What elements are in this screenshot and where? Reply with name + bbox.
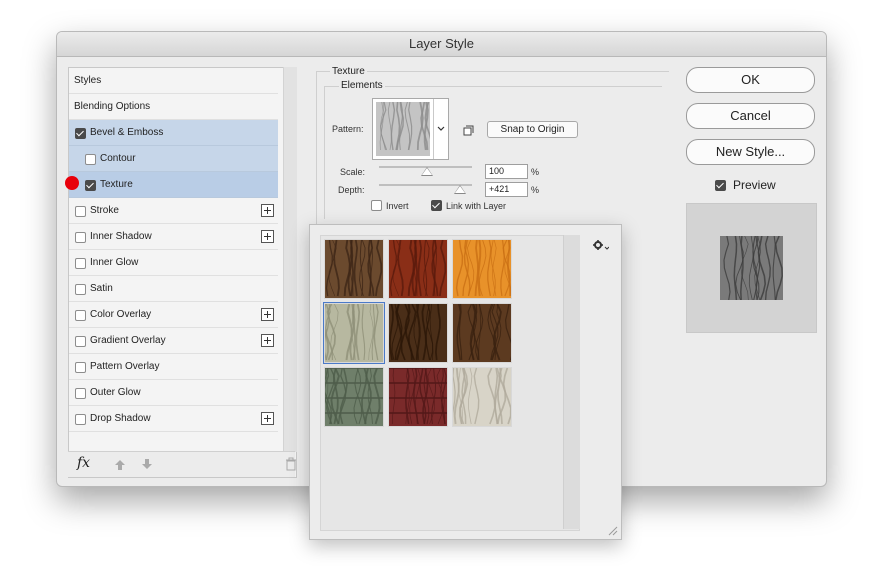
scale-label: Scale:	[340, 167, 366, 177]
new-preset-icon[interactable]	[463, 125, 474, 136]
style-row-outer-glow[interactable]: Outer Glow	[69, 380, 278, 406]
move-down-icon[interactable]	[141, 458, 153, 470]
style-checkbox[interactable]	[75, 336, 86, 347]
style-row-label: Styles	[74, 75, 102, 86]
invert-label: Invert	[386, 201, 409, 211]
pattern-swatch-dark-wood[interactable]	[324, 239, 384, 299]
move-up-icon[interactable]	[114, 459, 126, 471]
preview-label: Preview	[733, 178, 776, 192]
scale-input[interactable]: 100	[485, 164, 528, 179]
style-row-drop-shadow[interactable]: Drop Shadow	[69, 406, 278, 432]
style-checkbox[interactable]	[85, 154, 96, 165]
style-row-styles[interactable]: Styles	[69, 68, 278, 94]
style-checkbox[interactable]	[75, 310, 86, 321]
style-checkbox[interactable]	[75, 284, 86, 295]
ok-button[interactable]: OK	[686, 67, 815, 93]
style-row-label: Satin	[90, 283, 113, 294]
style-row-gradient-overlay[interactable]: Gradient Overlay	[69, 328, 278, 354]
annotation-marker	[65, 176, 79, 190]
scale-unit: %	[531, 167, 540, 177]
snap-to-origin-button[interactable]: Snap to Origin	[487, 121, 578, 138]
preview-panel	[686, 203, 817, 333]
style-checkbox[interactable]	[85, 180, 96, 191]
depth-unit: %	[531, 185, 540, 195]
pattern-swatch-white-wood[interactable]	[451, 367, 512, 427]
resize-grip-icon[interactable]	[608, 526, 618, 536]
pattern-picker-scrollbar[interactable]	[563, 235, 580, 529]
style-row-label: Drop Shadow	[90, 413, 151, 424]
style-row-label: Outer Glow	[90, 387, 141, 398]
scale-slider-thumb[interactable]	[421, 167, 433, 176]
pattern-swatch-pale-green-wood[interactable]	[321, 302, 385, 364]
style-row-pattern-overlay[interactable]: Pattern Overlay	[69, 354, 278, 380]
gear-icon[interactable]	[593, 240, 609, 252]
pattern-swatch-green-planks[interactable]	[321, 367, 384, 427]
pattern-grid	[320, 235, 580, 531]
pattern-label: Pattern:	[332, 124, 364, 134]
style-row-contour[interactable]: Contour	[69, 146, 278, 172]
pattern-divider	[433, 99, 434, 159]
style-row-label: Stroke	[90, 205, 119, 216]
pattern-swatch-red-wood[interactable]	[388, 239, 448, 299]
preview-checkbox[interactable]	[715, 180, 726, 191]
style-row-label: Bevel & Emboss	[90, 127, 164, 138]
add-effect-icon[interactable]	[261, 308, 274, 321]
invert-checkbox[interactable]	[371, 200, 382, 211]
add-effect-icon[interactable]	[261, 230, 274, 243]
style-checkbox[interactable]	[75, 258, 86, 269]
style-checkbox[interactable]	[75, 388, 86, 399]
style-row-label: Contour	[100, 153, 136, 164]
style-checkbox[interactable]	[75, 232, 86, 243]
style-checkbox[interactable]	[75, 414, 86, 425]
trash-icon[interactable]	[285, 457, 297, 471]
style-checkbox[interactable]	[75, 362, 86, 373]
add-effect-icon[interactable]	[261, 204, 274, 217]
style-row-label: Color Overlay	[90, 309, 152, 320]
style-row-stroke[interactable]: Stroke	[69, 198, 278, 224]
dialog-title: Layer Style	[57, 32, 826, 57]
style-row-label: Pattern Overlay	[90, 361, 160, 372]
style-row-inner-shadow[interactable]: Inner Shadow	[69, 224, 278, 250]
style-checkbox[interactable]	[75, 206, 86, 217]
link-with-layer-label: Link with Layer	[446, 201, 507, 211]
pattern-swatch-red-planks[interactable]	[388, 367, 448, 427]
pattern-picker-popup	[309, 224, 622, 540]
style-row-color-overlay[interactable]: Color Overlay	[69, 302, 278, 328]
style-row-label: Texture	[100, 179, 133, 190]
depth-label: Depth:	[338, 185, 365, 195]
style-row-texture[interactable]: Texture	[69, 172, 278, 198]
pattern-swatch-orange-wood[interactable]	[452, 239, 512, 299]
preview-thumbnail	[720, 235, 783, 301]
style-row-label: Gradient Overlay	[90, 335, 166, 346]
link-with-layer-checkbox[interactable]	[431, 200, 442, 211]
chevron-down-icon	[437, 126, 445, 131]
add-effect-icon[interactable]	[261, 412, 274, 425]
pattern-picker-button[interactable]	[372, 98, 449, 160]
style-row-bevel-emboss[interactable]: Bevel & Emboss	[69, 120, 278, 146]
pattern-swatch-walnut-wood[interactable]	[452, 303, 514, 363]
style-row-label: Inner Shadow	[90, 231, 152, 242]
texture-section-label: Texture	[330, 66, 367, 77]
fx-button[interactable]: fx	[77, 455, 90, 471]
elements-group-label: Elements	[339, 80, 385, 91]
styles-list-toolbar: fx	[68, 451, 297, 477]
new-style-button[interactable]: New Style...	[686, 139, 815, 165]
style-row-inner-glow[interactable]: Inner Glow	[69, 250, 278, 276]
styles-list-scrollbar[interactable]	[283, 67, 297, 452]
style-row-label: Inner Glow	[90, 257, 139, 268]
styles-list-panel: Styles Blending Options Bevel & Emboss Cont…	[68, 67, 297, 478]
pattern-thumbnail	[376, 101, 433, 156]
style-checkbox[interactable]	[75, 128, 86, 139]
add-effect-icon[interactable]	[261, 334, 274, 347]
depth-input[interactable]: +421	[485, 182, 528, 197]
style-row-label: Blending Options	[74, 101, 151, 112]
cancel-button[interactable]: Cancel	[686, 103, 815, 129]
pattern-swatch-dark-brown-wood[interactable]	[388, 303, 448, 363]
style-row-blending-options[interactable]: Blending Options	[69, 94, 278, 120]
depth-slider-thumb[interactable]	[454, 185, 466, 194]
style-row-satin[interactable]: Satin	[69, 276, 278, 302]
